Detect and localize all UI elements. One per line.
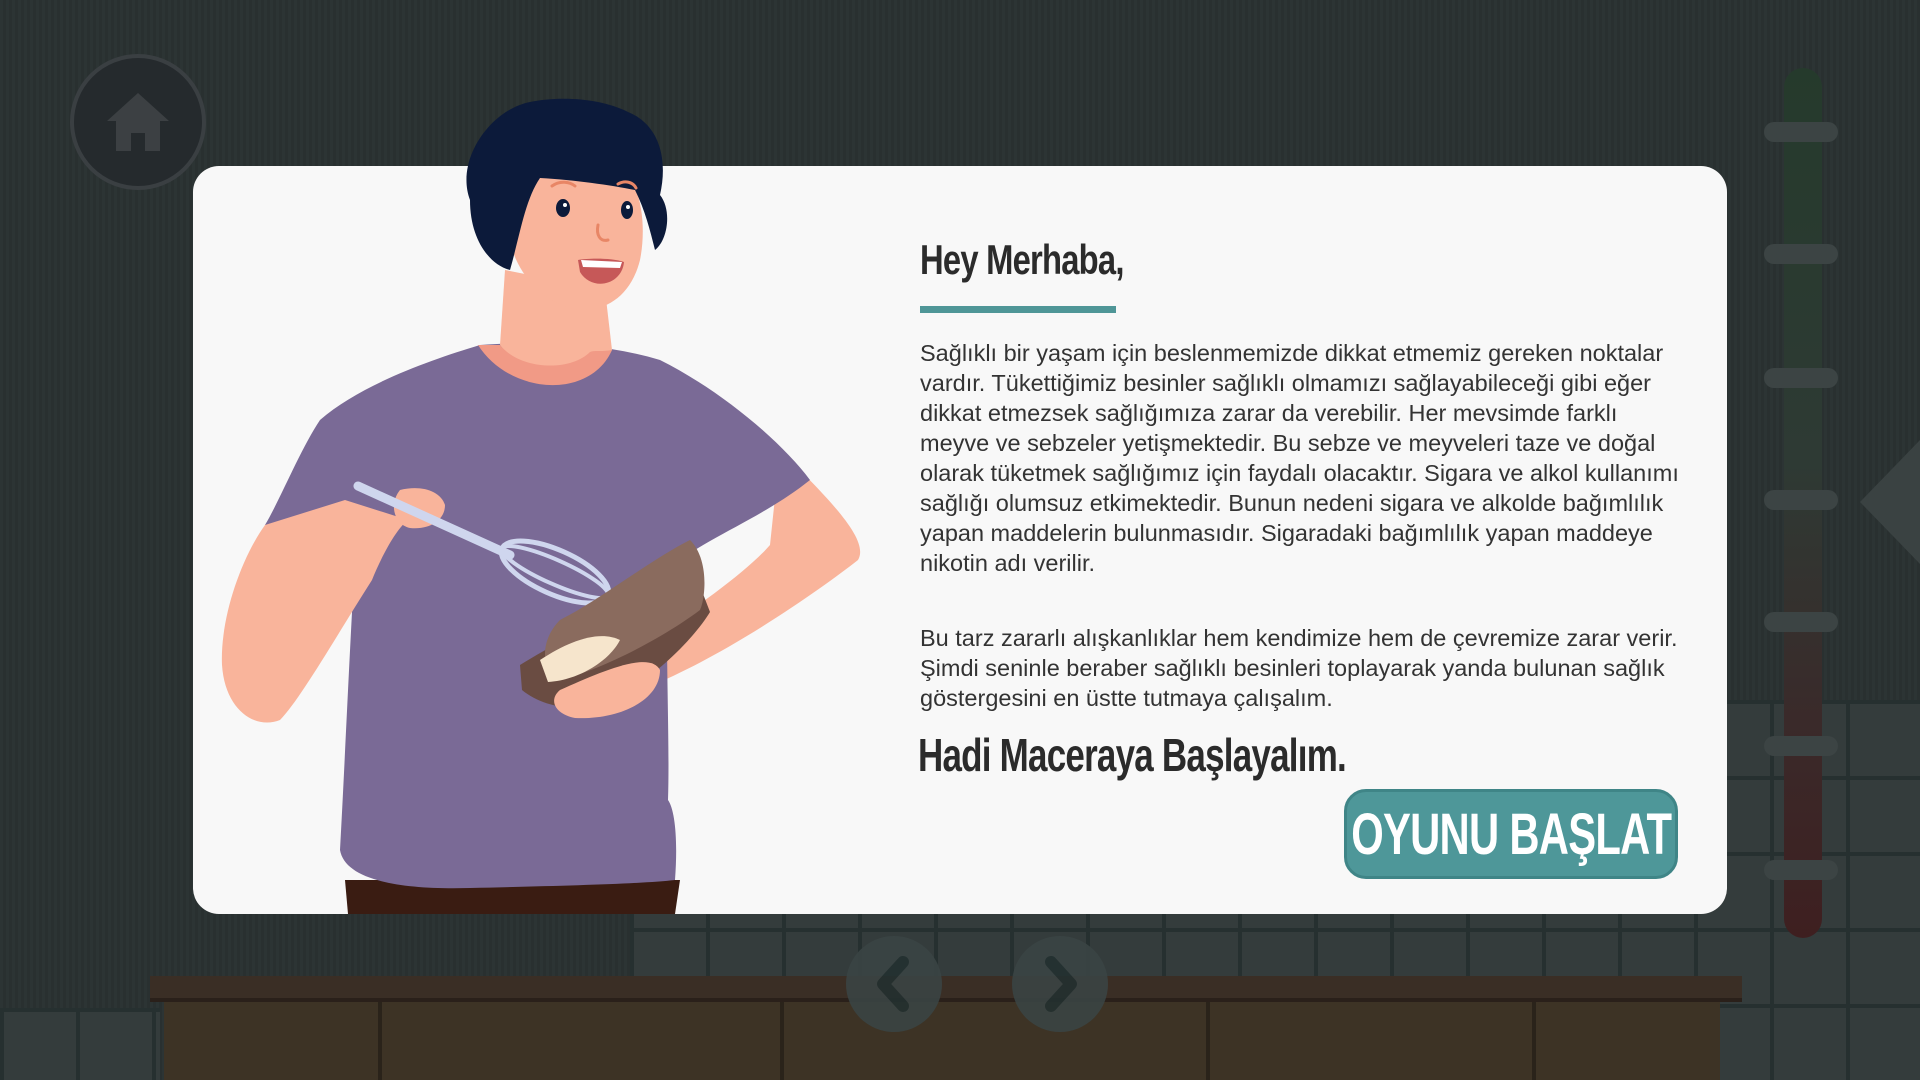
call-to-action-text: Hadi Maceraya Başlayalım. [918, 729, 1347, 781]
chef-illustration [221, 98, 861, 914]
home-button[interactable] [70, 54, 206, 190]
prev-button[interactable] [846, 936, 942, 1032]
next-button[interactable] [1012, 936, 1108, 1032]
intro-paragraph-1: Sağlıklı bir yaşam için beslenmemizde di… [920, 340, 1679, 576]
counter-divider [780, 1002, 784, 1080]
dialog-title: Hey Merhaba, [920, 236, 1124, 283]
counter-divider [378, 1002, 382, 1080]
kitchen-counter-top [150, 976, 1742, 1002]
chef-character [200, 92, 880, 914]
chevron-left-icon [877, 956, 909, 1012]
kitchen-counter [164, 1002, 1720, 1080]
health-meter-notch [1764, 490, 1838, 510]
start-game-button[interactable]: OYUNU BAŞLAT [1344, 789, 1678, 879]
side-arrow-icon [1860, 440, 1920, 564]
background-tiles-left [0, 1008, 160, 1080]
counter-divider [1532, 1002, 1536, 1080]
health-meter-notch [1764, 736, 1838, 756]
title-underline [920, 306, 1116, 313]
start-game-button-label: OYUNU BAŞLAT [1350, 801, 1672, 867]
intro-paragraph-2: Bu tarz zararlı alışkanlıklar hem kendim… [920, 625, 1678, 711]
health-meter-notch [1764, 368, 1838, 388]
health-meter-notch [1764, 860, 1838, 880]
chevron-right-icon [1045, 956, 1077, 1012]
home-icon [107, 93, 169, 151]
health-meter-notch [1764, 612, 1838, 632]
health-meter-notch [1764, 244, 1838, 264]
health-meter-notch [1764, 122, 1838, 142]
counter-divider [1206, 1002, 1210, 1080]
